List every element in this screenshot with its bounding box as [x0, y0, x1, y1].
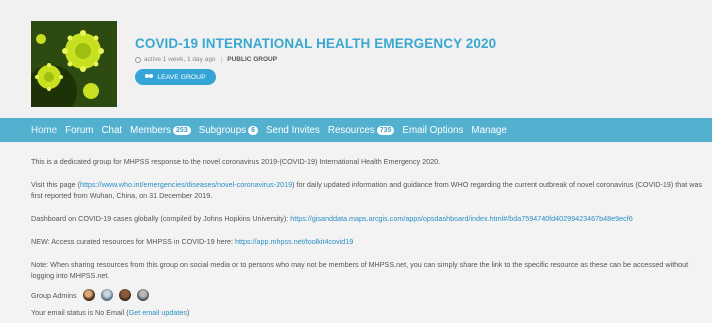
meta-separator: |: [220, 56, 223, 63]
admin-avatar[interactable]: [136, 289, 149, 301]
group-title: COVID-19 INTERNATIONAL HEALTH EMERGENCY …: [135, 36, 497, 51]
visit-paragraph: Visit this page (https://www.who.int/eme…: [31, 179, 706, 201]
nav-members[interactable]: Members 253: [130, 125, 191, 136]
get-email-updates-link[interactable]: Get email updates: [129, 308, 187, 317]
nav-resources[interactable]: Resources 735: [328, 125, 395, 136]
nav-subgroups[interactable]: Subgroups 6: [199, 125, 258, 136]
leave-group-button[interactable]: LEAVE GROUP: [135, 69, 216, 85]
nav-email-options-label: Email Options: [402, 124, 464, 136]
nav-forum[interactable]: Forum: [65, 125, 93, 136]
dashboard-link[interactable]: https://gisanddata.maps.arcgis.com/apps/…: [290, 214, 632, 223]
group-type: PUBLIC GROUP: [227, 56, 278, 63]
dashboard-paragraph: Dashboard on COVID-19 cases globally (co…: [31, 213, 706, 224]
resources-count-badge: 735: [376, 125, 395, 135]
new-prefix: NEW: Access curated resources for MHPSS …: [31, 237, 235, 246]
admin-avatar[interactable]: [100, 289, 113, 301]
nav-members-label: Members: [130, 124, 171, 136]
group-avatar[interactable]: [31, 21, 117, 107]
visit-prefix: Visit this page (: [31, 180, 81, 189]
admin-avatar[interactable]: [82, 289, 95, 301]
group-admins: Group Admins: [31, 289, 149, 301]
admin-avatar[interactable]: [118, 289, 131, 301]
nav-forum-label: Forum: [65, 124, 94, 136]
nav-subgroups-label: Subgroups: [198, 124, 247, 136]
users-icon: [145, 74, 154, 80]
nav-email-options[interactable]: Email Options: [402, 125, 463, 136]
nav-chat[interactable]: Chat: [101, 125, 122, 136]
nav-home[interactable]: Home: [31, 125, 57, 136]
nav-send-invites[interactable]: Send Invites: [266, 125, 320, 136]
admins-label: Group Admins: [31, 290, 77, 300]
new-paragraph: NEW: Access curated resources for MHPSS …: [31, 236, 706, 247]
who-link[interactable]: https://www.who.int/emergencies/diseases…: [80, 180, 292, 189]
nav-home-label: Home: [31, 124, 58, 136]
group-meta: active 1 week, 1 day ago | PUBLIC GROUP: [135, 56, 277, 63]
email-suffix: ): [186, 308, 190, 317]
nav-manage-label: Manage: [471, 124, 507, 136]
email-status: Your email status is No Email (Get email…: [31, 307, 706, 318]
intro-text: This is a dedicated group for MHPSS resp…: [31, 157, 441, 166]
note-text: Note: When sharing resources from this g…: [31, 260, 689, 280]
toolkit-link[interactable]: https://app.mhpss.net/toolkit4covid19: [235, 237, 353, 246]
nav-send-invites-label: Send Invites: [265, 124, 320, 136]
group-activity: active 1 week, 1 day ago: [144, 56, 216, 63]
group-nav: Home Forum Chat Members 253 Subgroups 6 Se…: [0, 118, 712, 142]
nav-manage[interactable]: Manage: [471, 125, 506, 136]
group-header: COVID-19 INTERNATIONAL HEALTH EMERGENCY …: [0, 0, 712, 118]
nav-chat-label: Chat: [101, 124, 123, 136]
members-count-badge: 253: [173, 125, 191, 135]
nav-resources-label: Resources: [327, 124, 375, 136]
email-prefix: Your email status is No Email (: [31, 308, 129, 317]
leave-group-label: LEAVE GROUP: [157, 73, 206, 81]
subgroups-count-badge: 6: [248, 125, 258, 135]
dashboard-prefix: Dashboard on COVID-19 cases globally (co…: [31, 214, 291, 223]
clock-icon: [135, 56, 141, 63]
